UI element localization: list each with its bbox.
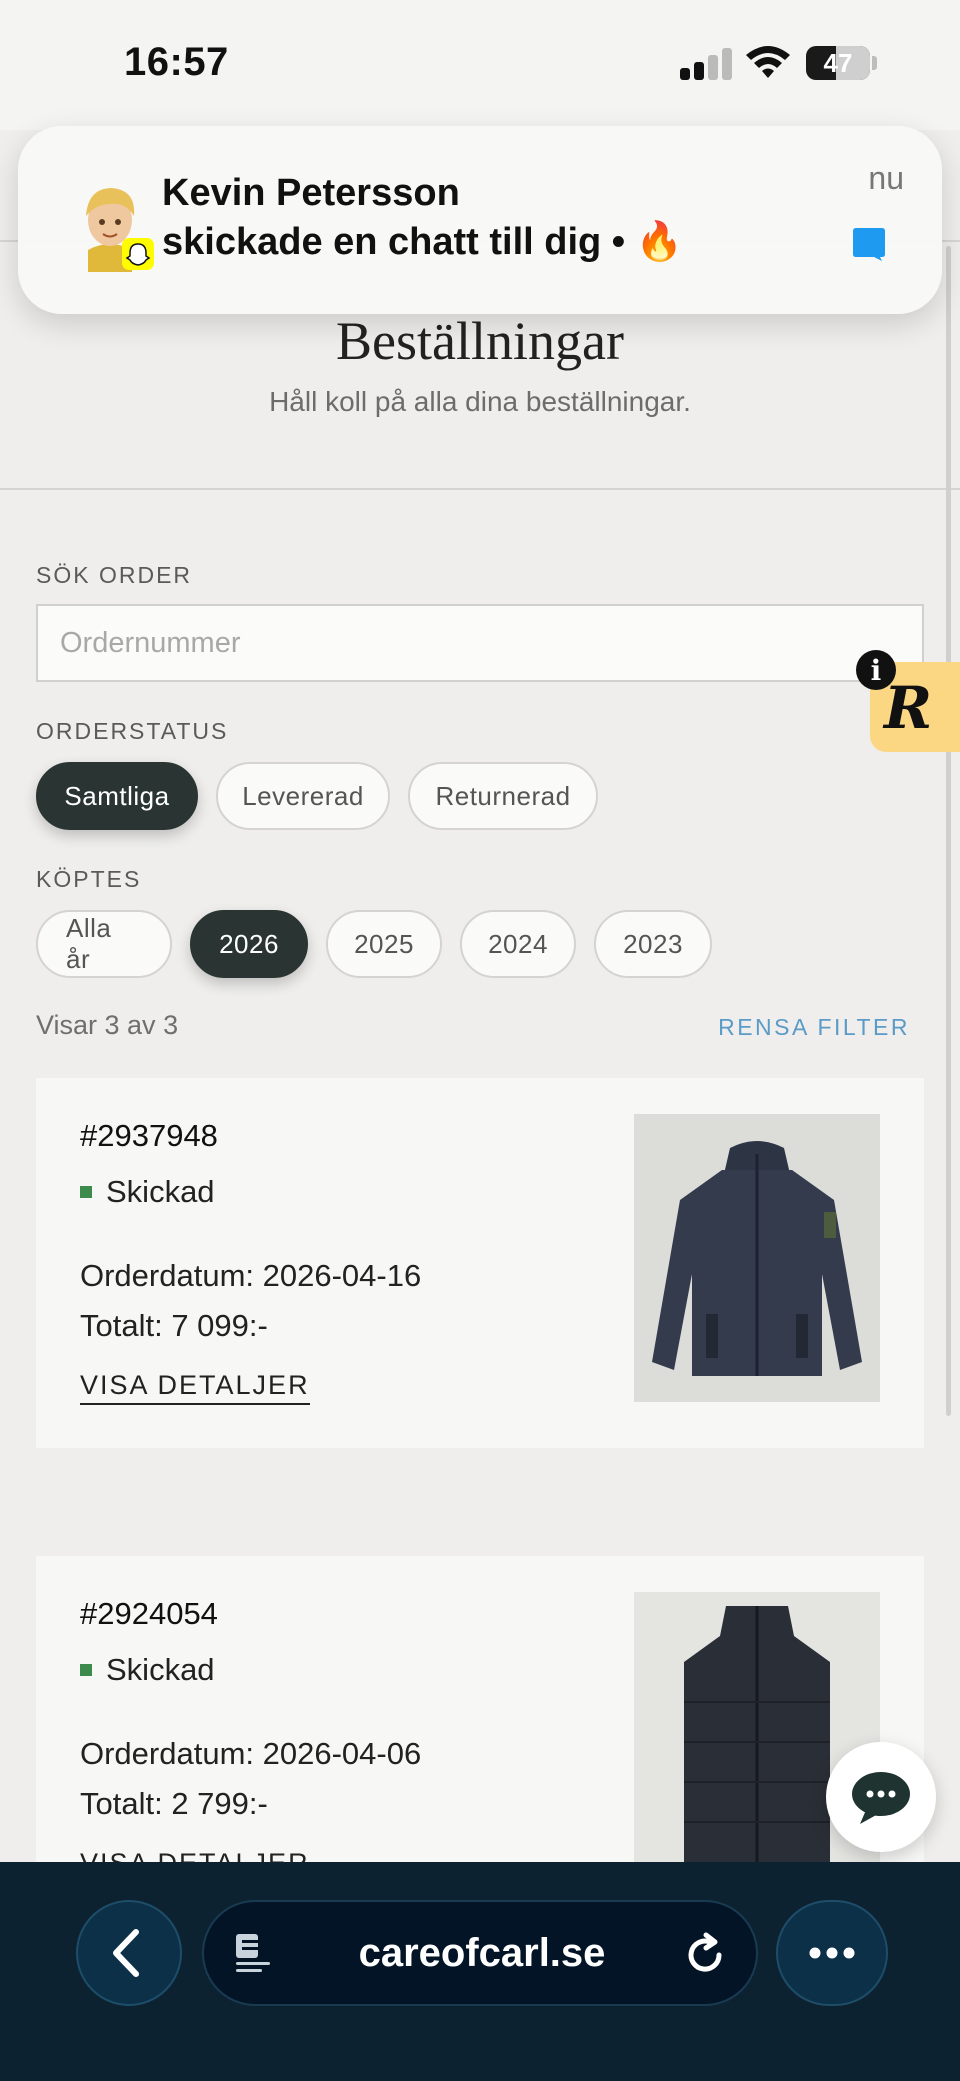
reload-icon[interactable] (682, 1932, 728, 1978)
order-number: #2937948 (80, 1118, 218, 1153)
url-text: careofcarl.se (358, 1930, 606, 1975)
notification-banner[interactable]: Kevin Petersson skickade en chatt till d… (18, 126, 942, 314)
year-pill-2024[interactable]: 2024 (460, 910, 576, 978)
section-divider (0, 488, 960, 490)
year-pill-2026[interactable]: 2026 (190, 910, 308, 978)
search-label: SÖK ORDER (36, 562, 193, 588)
order-status: Skickad (80, 1174, 215, 1210)
bitmoji-avatar-icon (86, 188, 154, 272)
year-pill-2025[interactable]: 2025 (326, 910, 442, 978)
order-date: Orderdatum: 2026-04-06 (80, 1736, 422, 1771)
status-time: 16:57 (124, 40, 229, 84)
order-status-text: Skickad (106, 1652, 215, 1687)
status-dot-icon (80, 1186, 92, 1198)
notification-message: skickade en chatt till dig • 🔥 (162, 221, 683, 263)
order-status-text: Skickad (106, 1174, 215, 1209)
order-status-filter: Samtliga Levererad Returnerad (36, 762, 598, 830)
page-subtitle: Håll koll på alla dina beställningar. (269, 386, 691, 417)
address-bar[interactable]: careofcarl.se (202, 1900, 758, 2006)
notification-time: nu (868, 160, 904, 196)
more-options-button[interactable] (776, 1900, 888, 2006)
info-icon[interactable]: i (856, 650, 896, 690)
status-pill-all[interactable]: Samtliga (36, 762, 198, 830)
results-count: Visar 3 av 3 (36, 1010, 179, 1040)
order-status-label: ORDERSTATUS (36, 718, 229, 744)
more-dots-icon (809, 1947, 855, 1959)
chat-support-button[interactable] (826, 1742, 936, 1852)
status-bar: 16:57 47 (0, 0, 960, 130)
back-button[interactable] (76, 1900, 182, 2006)
jacket-image[interactable] (634, 1114, 880, 1402)
order-card: #2937948 Skickad Orderdatum: 2026-04-16 … (36, 1078, 924, 1448)
chat-bubble-icon (852, 1772, 910, 1824)
notification-sender: Kevin Petersson (162, 172, 460, 214)
order-total: Totalt: 2 799:- (80, 1786, 268, 1821)
order-date: Orderdatum: 2026-04-16 (80, 1258, 422, 1293)
order-number: #2924054 (80, 1596, 218, 1631)
wifi-icon (746, 46, 790, 78)
cellular-signal-icon (680, 48, 732, 80)
chat-indicator-icon (853, 228, 885, 261)
chevron-left-icon (113, 1929, 139, 1977)
battery-cap (872, 56, 877, 70)
status-pill-returned[interactable]: Returnerad (408, 762, 598, 830)
battery-icon: 47 (806, 46, 870, 80)
status-dot-icon (80, 1664, 92, 1676)
page-title: Beställningar (336, 311, 624, 371)
view-details-link[interactable]: VISA DETALJER (80, 1370, 310, 1405)
order-status: Skickad (80, 1652, 215, 1688)
year-pill-all[interactable]: Alla år (36, 910, 172, 978)
year-pill-2023[interactable]: 2023 (594, 910, 712, 978)
order-search-input[interactable] (36, 604, 924, 682)
page-scrollbar[interactable] (946, 246, 951, 1416)
status-pill-delivered[interactable]: Levererad (216, 762, 390, 830)
year-filter: Alla år 2026 2025 2024 2023 (36, 910, 712, 978)
clear-filter-link[interactable]: RENSA FILTER (718, 1014, 910, 1041)
order-total: Totalt: 7 099:- (80, 1308, 268, 1343)
purchased-label: KÖPTES (36, 866, 142, 892)
battery-percentage: 47 (823, 47, 853, 78)
